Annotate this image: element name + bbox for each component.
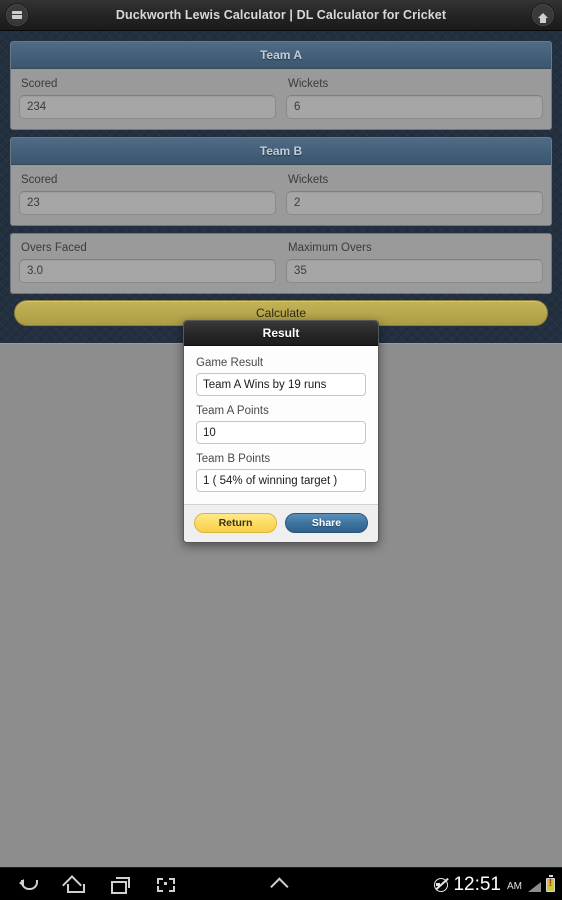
dialog-footer: Return Share: [184, 504, 378, 542]
team-b-wickets-input[interactable]: [286, 191, 543, 215]
maximum-overs-input[interactable]: [286, 259, 543, 283]
team-a-scored-input[interactable]: [19, 95, 276, 119]
team-a-panel: Team A Scored Wickets: [10, 41, 552, 130]
overs-faced-label: Overs Faced: [21, 242, 87, 254]
back-icon[interactable]: [18, 874, 38, 894]
maximum-overs-group: Maximum Overs: [286, 241, 543, 283]
team-a-points-input[interactable]: [196, 421, 366, 444]
signal-bars-icon: [527, 881, 541, 892]
recent-apps-icon[interactable]: [110, 874, 130, 894]
overs-panel: Overs Faced Maximum Overs: [10, 233, 552, 294]
nav-buttons-group: [18, 874, 176, 894]
status-clock: 12:51: [453, 873, 501, 895]
status-meridiem: AM: [507, 880, 522, 892]
app-action-bar: Duckworth Lewis Calculator | DL Calculat…: [0, 0, 562, 31]
dialog-title: Result: [184, 321, 378, 346]
dialog-body: Game Result Team A Points Team B Points: [184, 346, 378, 504]
menu-button[interactable]: [6, 4, 28, 26]
overs-body: Overs Faced Maximum Overs: [11, 234, 551, 293]
team-a-wickets-input[interactable]: [286, 95, 543, 119]
team-a-scored-label: Scored: [21, 78, 58, 90]
team-b-header: Team B: [11, 138, 551, 165]
chevron-up-icon[interactable]: [269, 876, 289, 896]
team-a-wickets-label: Wickets: [288, 78, 329, 90]
page-title: Duckworth Lewis Calculator | DL Calculat…: [115, 8, 447, 22]
overs-faced-input[interactable]: [19, 259, 276, 283]
team-b-scored-input[interactable]: [19, 191, 276, 215]
result-dialog: Result Game Result Team A Points Team B …: [183, 320, 379, 543]
return-button[interactable]: Return: [194, 513, 277, 533]
overs-faced-group: Overs Faced: [19, 241, 276, 283]
team-b-points-label: Team B Points: [196, 453, 271, 465]
team-a-wickets-group: Wickets: [286, 77, 543, 119]
team-b-points-input[interactable]: [196, 469, 366, 492]
game-result-label: Game Result: [196, 357, 264, 369]
device-screen: Duckworth Lewis Calculator | DL Calculat…: [0, 0, 562, 900]
team-b-body: Scored Wickets: [11, 165, 551, 225]
team-b-wickets-group: Wickets: [286, 173, 543, 215]
team-b-scored-label: Scored: [21, 174, 58, 186]
home-icon[interactable]: [64, 874, 85, 894]
team-b-scored-group: Scored: [19, 173, 276, 215]
menu-icon: [12, 11, 22, 19]
battery-alert-icon: [546, 875, 555, 892]
game-result-input[interactable]: [196, 373, 366, 396]
team-a-body: Scored Wickets: [11, 69, 551, 129]
status-icons-group[interactable]: 12:51 AM: [434, 875, 555, 894]
team-b-panel: Team B Scored Wickets: [10, 137, 552, 226]
team-a-header: Team A: [11, 42, 551, 69]
team-a-points-label: Team A Points: [196, 405, 269, 417]
mute-icon: [434, 877, 449, 892]
team-b-wickets-label: Wickets: [288, 174, 329, 186]
share-button[interactable]: Share: [285, 513, 368, 533]
system-navigation-bar: 12:51 AM: [0, 867, 562, 900]
maximum-overs-label: Maximum Overs: [288, 242, 372, 254]
home-icon: [538, 12, 548, 23]
screenshot-icon[interactable]: [156, 874, 176, 894]
team-a-scored-group: Scored: [19, 77, 276, 119]
home-button[interactable]: [532, 4, 554, 26]
